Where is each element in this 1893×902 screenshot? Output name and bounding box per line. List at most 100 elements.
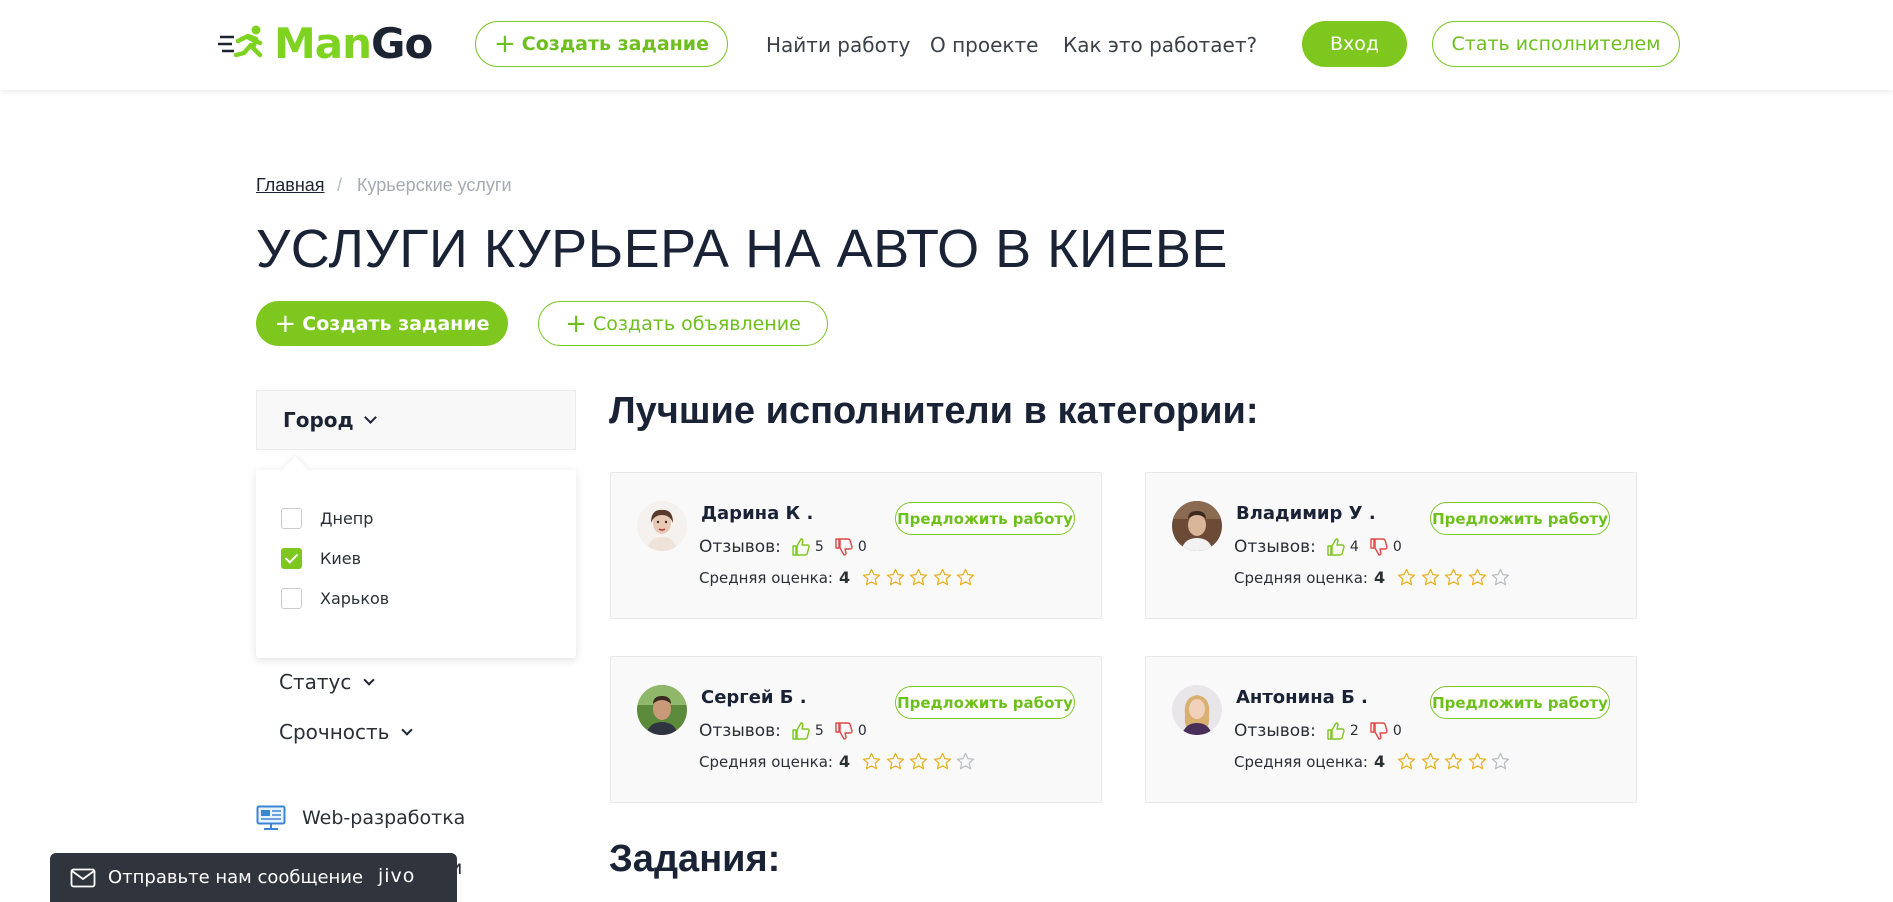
chevron-down-icon	[363, 411, 377, 424]
urgency-filter-label: Срочность	[279, 720, 390, 744]
offer-work-label: Предложить работу	[897, 509, 1073, 528]
rating-label: Средняя оценка:	[1234, 568, 1368, 587]
executor-card: Дарина К . Предложить работу Отзывов: 5 …	[610, 472, 1102, 619]
rating-row: Средняя оценка: 4	[699, 752, 980, 771]
executor-name[interactable]: Владимир У .	[1236, 503, 1376, 524]
star-icon	[933, 752, 951, 770]
star-icon	[1444, 752, 1463, 770]
rating-label: Средняя оценка:	[699, 752, 833, 771]
nav-find-work[interactable]: Найти работу	[766, 33, 910, 57]
thumbs-down-icon	[835, 538, 853, 556]
reviews-row: Отзывов: 4 0	[1234, 537, 1412, 557]
checkbox[interactable]	[281, 508, 302, 529]
rating-label: Средняя оценка:	[699, 568, 833, 587]
become-executor-button[interactable]: Стать исполнителем	[1432, 21, 1680, 67]
best-executors-title: Лучшие исполнители в категории:	[609, 390, 1259, 432]
status-filter-toggle[interactable]: Статус	[279, 670, 376, 694]
category-web-development[interactable]: Web-разработка	[256, 805, 465, 831]
thumbs-up-icon	[1327, 538, 1345, 556]
offer-work-button[interactable]: Предложить работу	[895, 686, 1075, 719]
reviews-label: Отзывов:	[1234, 721, 1316, 741]
city-filter-toggle[interactable]: Город	[256, 390, 576, 450]
city-option-label: Днепр	[320, 509, 374, 528]
jivo-logo: jivo	[378, 865, 416, 887]
status-filter-label: Статус	[279, 670, 352, 694]
star-icon	[1397, 752, 1416, 770]
likes-count: 5	[814, 723, 824, 739]
star-icon	[1468, 568, 1486, 586]
site-header: ManGo + Создать задание Найти работу О п…	[0, 0, 1893, 90]
thumbs-up-icon	[792, 538, 810, 556]
avatar[interactable]	[1172, 685, 1222, 735]
checkbox[interactable]	[281, 588, 302, 609]
city-option-kharkiv[interactable]: Харьков	[281, 588, 389, 609]
executor-name[interactable]: Сергей Б .	[701, 687, 807, 708]
chevron-down-icon	[363, 673, 376, 686]
checkbox-checked[interactable]	[281, 548, 302, 569]
rating-row: Средняя оценка: 4	[699, 568, 980, 587]
offer-work-button[interactable]: Предложить работу	[1430, 686, 1610, 719]
avatar[interactable]	[637, 501, 687, 551]
dislikes-count: 0	[857, 539, 867, 555]
offer-work-button[interactable]: Предложить работу	[895, 502, 1075, 535]
city-option-kyiv[interactable]: Киев	[281, 548, 361, 569]
avatar[interactable]	[637, 685, 687, 735]
star-icon	[909, 752, 928, 770]
city-filter-label: Город	[283, 408, 354, 432]
logo-text: ManGo	[274, 18, 433, 68]
city-option-label: Харьков	[320, 589, 390, 608]
plus-icon: +	[565, 308, 587, 339]
offer-work-button[interactable]: Предложить работу	[1430, 502, 1610, 535]
dislikes-count: 0	[857, 723, 867, 739]
running-man-icon	[218, 25, 263, 58]
reviews-row: Отзывов: 2 0	[1234, 721, 1412, 741]
login-label: Вход	[1329, 33, 1380, 55]
category-label: Web-разработка	[302, 807, 466, 829]
monitor-icon	[256, 805, 286, 830]
tasks-title: Задания:	[609, 838, 781, 880]
become-executor-label: Стать исполнителем	[1451, 33, 1661, 55]
star-icon	[862, 568, 881, 586]
offer-work-label: Предложить работу	[1432, 509, 1608, 528]
offer-work-label: Предложить работу	[1432, 693, 1608, 712]
plus-icon: +	[494, 29, 516, 59]
reviews-label: Отзывов:	[1234, 537, 1316, 557]
nav-how-it-works[interactable]: Как это работает?	[1063, 33, 1257, 57]
executor-name[interactable]: Антонина Б .	[1236, 687, 1368, 708]
create-task-label: Создать задание	[302, 312, 490, 335]
login-button[interactable]: Вход	[1302, 21, 1407, 67]
rating-value: 4	[838, 752, 851, 771]
nav-about[interactable]: О проекте	[930, 33, 1038, 57]
avatar[interactable]	[1172, 501, 1222, 551]
rating-label: Средняя оценка:	[1234, 752, 1368, 771]
reviews-row: Отзывов: 5 0	[699, 537, 877, 557]
create-ad-button[interactable]: + Создать объявление	[538, 301, 828, 346]
thumbs-down-icon	[835, 722, 853, 740]
create-task-button[interactable]: + Создать задание	[256, 301, 508, 346]
urgency-filter-toggle[interactable]: Срочность	[279, 720, 414, 744]
star-icon	[933, 568, 951, 586]
star-icon	[1421, 752, 1439, 770]
header-create-task-button[interactable]: + Создать задание	[475, 21, 728, 67]
chat-message-label: Отправьте нам сообщение	[108, 867, 364, 888]
rating-value: 4	[1373, 568, 1386, 587]
likes-count: 2	[1349, 723, 1359, 739]
star-icon	[862, 752, 881, 770]
reviews-label: Отзывов:	[699, 721, 781, 741]
rating-value: 4	[1373, 752, 1386, 771]
star-icon	[1444, 568, 1463, 586]
executor-name[interactable]: Дарина К .	[701, 503, 813, 524]
breadcrumb-home[interactable]: Главная	[256, 175, 325, 196]
chat-widget[interactable]: Отправьте нам сообщение jivo	[50, 853, 457, 902]
thumbs-up-icon	[792, 722, 810, 740]
star-empty-icon	[956, 752, 975, 770]
star-icon	[1468, 752, 1486, 770]
city-option-dnepr[interactable]: Днепр	[281, 508, 373, 529]
star-icon	[956, 568, 975, 586]
mango-logo[interactable]: ManGo	[218, 18, 433, 68]
thumbs-down-icon	[1370, 538, 1388, 556]
reviews-row: Отзывов: 5 0	[699, 721, 877, 741]
reviews-label: Отзывов:	[699, 537, 781, 557]
header-create-task-label: Создать задание	[521, 33, 709, 55]
star-empty-icon	[1491, 568, 1510, 586]
